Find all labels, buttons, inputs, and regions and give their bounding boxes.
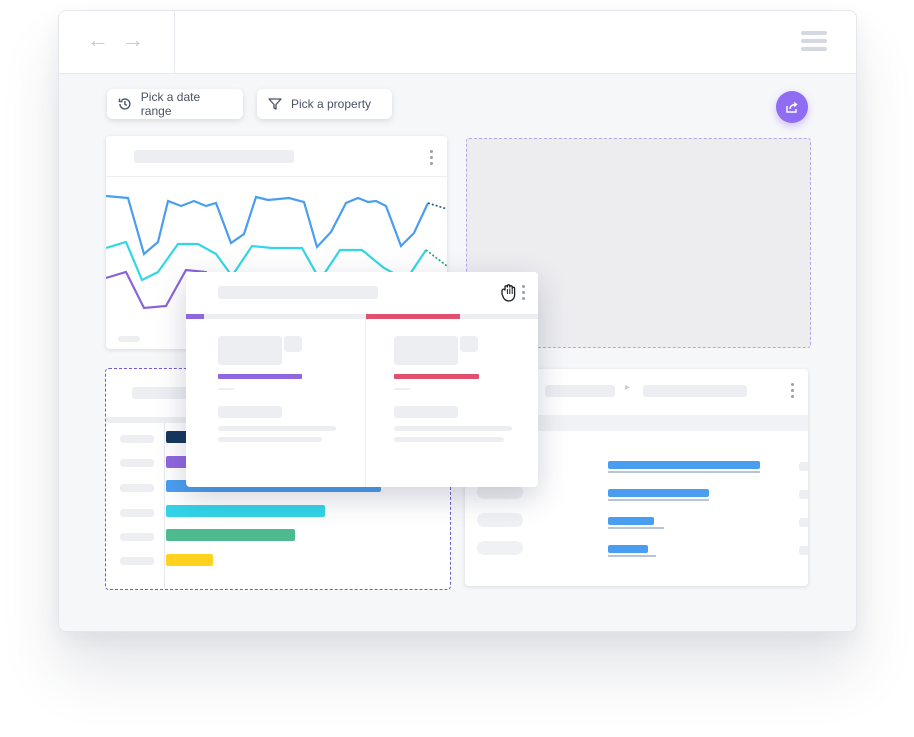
hamburger-icon[interactable]	[801, 31, 827, 51]
grab-hand-icon	[501, 284, 516, 302]
bar-5[interactable]	[166, 529, 295, 541]
table-value-bar	[608, 545, 648, 553]
dragged-card[interactable]	[186, 272, 538, 487]
property-button[interactable]: Pick a property	[257, 89, 392, 119]
breadcrumb-placeholder	[545, 385, 615, 397]
back-arrow-icon[interactable]: ←	[87, 27, 109, 53]
metric-underline-red	[394, 374, 479, 379]
bar-6[interactable]	[166, 553, 213, 566]
breadcrumb-chevron-icon: ▸	[625, 382, 631, 393]
card-title-placeholder	[134, 150, 294, 163]
card-menu-icon[interactable]	[791, 383, 795, 401]
card-menu-icon[interactable]	[430, 150, 434, 168]
line-series-blue	[106, 194, 429, 256]
table-value-bar	[608, 461, 760, 469]
forward-arrow-icon[interactable]: →	[122, 27, 144, 53]
table-value-bar	[608, 489, 709, 497]
metric-underline-purple	[218, 374, 302, 379]
metric-tab-indicator-red	[366, 314, 460, 319]
breadcrumb-placeholder-2	[643, 385, 747, 397]
bar-4[interactable]	[166, 504, 325, 517]
table-value-bar	[608, 517, 654, 525]
property-label: Pick a property	[291, 97, 372, 111]
card-menu-icon[interactable]	[522, 285, 526, 303]
title-bar: ← →	[59, 11, 856, 74]
share-button[interactable]	[776, 91, 808, 123]
card-title-placeholder	[218, 286, 378, 299]
metric-tab-indicator-purple	[186, 314, 204, 319]
date-range-label: Pick a date range	[140, 90, 201, 118]
date-range-button[interactable]: Pick a date range	[107, 89, 243, 119]
share-icon	[786, 101, 798, 113]
filter-icon	[268, 98, 282, 110]
nav-divider	[174, 11, 175, 73]
history-icon	[118, 98, 131, 110]
